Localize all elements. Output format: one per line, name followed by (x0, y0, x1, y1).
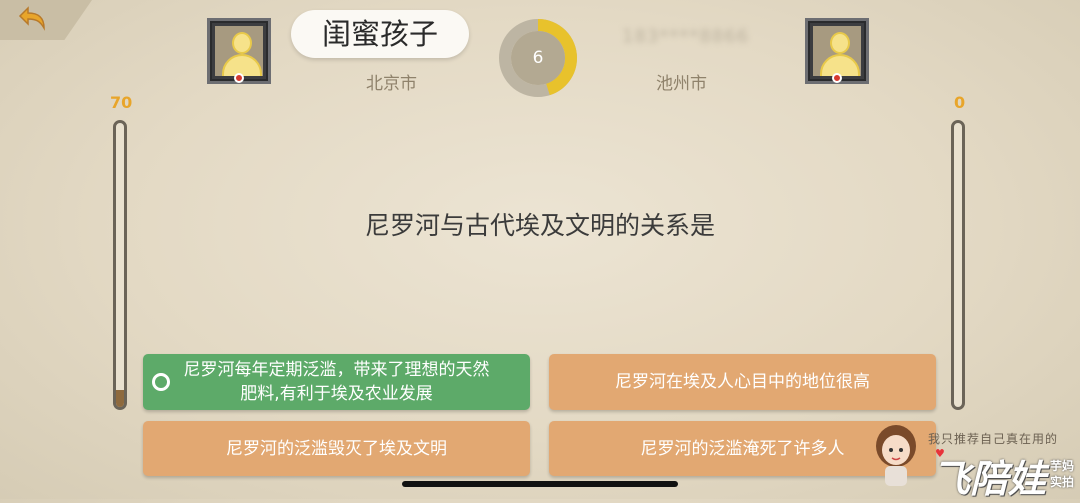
ring-icon (152, 373, 170, 391)
left-score-bar (113, 120, 127, 410)
answer-option-d-text: 尼罗河的泛滥淹死了许多人 (640, 438, 845, 459)
right-score: 0 (954, 93, 966, 112)
watermark-tagline: 我只推荐自己真在用的 (928, 432, 1059, 446)
timer-value: 6 (532, 48, 544, 68)
answer-option-a[interactable]: 尼罗河每年定期泛滥，带来了理想的天然肥料,有利于埃及农业发展 (143, 354, 530, 410)
right-player-avatar[interactable] (805, 18, 869, 84)
watermark-side-text: 芋妈 实拍 (1050, 458, 1074, 490)
badge-icon (234, 73, 244, 83)
left-score-fill (116, 389, 124, 407)
right-player-city: 池州市 (656, 74, 707, 94)
left-player-city: 北京市 (366, 74, 417, 94)
back-button[interactable] (14, 4, 50, 34)
answer-option-b-text: 尼罗河在埃及人心目中的地位很高 (615, 372, 870, 392)
watermark-character-icon (876, 425, 916, 486)
answer-option-b[interactable]: 尼罗河在埃及人心目中的地位很高 (549, 354, 936, 410)
answer-option-c-text: 尼罗河的泛滥毁灭了埃及文明 (226, 438, 447, 459)
badge-icon (832, 73, 842, 83)
default-avatar-icon (215, 26, 263, 76)
left-score: 70 (110, 93, 133, 112)
question-text: 尼罗河与古代埃及文明的关系是 (364, 211, 715, 240)
answer-option-a-text: 尼罗河每年定期泛滥，带来了理想的天然肥料,有利于埃及农业发展 (183, 360, 490, 404)
left-player-avatar[interactable] (207, 18, 271, 84)
watermark-logo: 飞陪娃 (932, 457, 1047, 501)
right-score-bar (951, 120, 965, 410)
watermark-side-line1: 芋妈 (1050, 459, 1075, 473)
answer-option-c[interactable]: 尼罗河的泛滥毁灭了埃及文明 (143, 421, 530, 476)
home-indicator[interactable] (402, 481, 678, 487)
back-arrow-icon (18, 6, 45, 31)
player-name-bubble: 闺蜜孩子 (291, 10, 469, 58)
right-player-name: 183****8866 (622, 26, 750, 47)
default-avatar-icon (813, 26, 861, 76)
watermark-side-line2: 实拍 (1050, 475, 1075, 489)
